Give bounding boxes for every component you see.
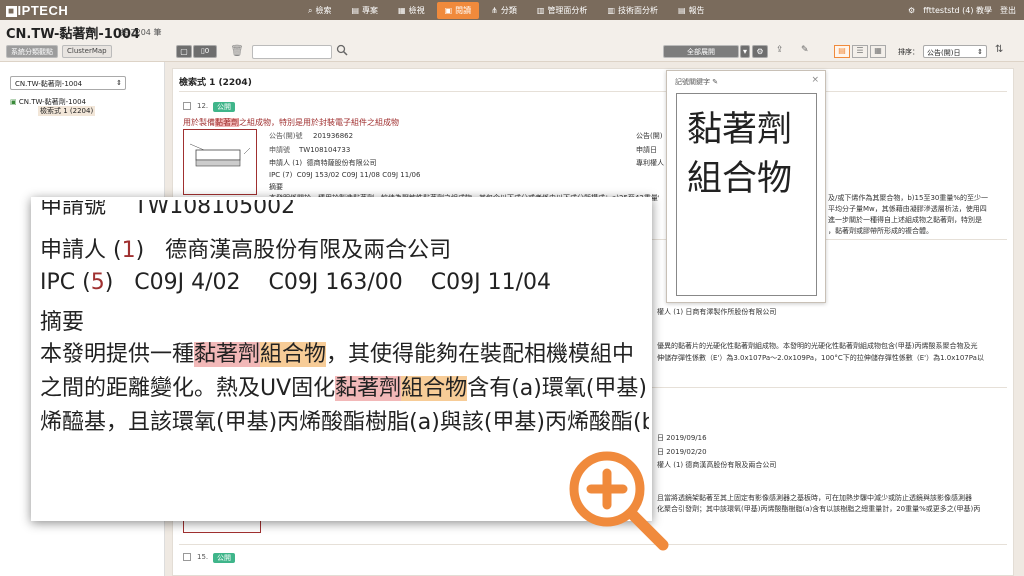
divider — [179, 91, 1007, 92]
keyword-popup: 記號關鍵字 ✎ × 黏著劑組合物 — [666, 70, 826, 303]
eraser-icon[interactable]: ✎ — [712, 78, 718, 86]
search-icon: ⌕ — [308, 5, 313, 15]
zoom-application-number: 申請號 TW108105002 — [40, 197, 296, 219]
trash-icon[interactable]: 🗑︎ — [230, 44, 244, 57]
item-checkbox[interactable] — [183, 553, 191, 561]
patent-thumbnail[interactable] — [183, 521, 261, 533]
nav-item-view[interactable]: ▦ 檢視 — [390, 2, 433, 19]
search-icon[interactable] — [336, 44, 348, 56]
settings-gear-icon[interactable]: ⚙ — [752, 45, 768, 58]
chart-icon: ▥ — [536, 5, 545, 15]
close-icon[interactable]: × — [811, 75, 819, 85]
zoom-abstract-label: 摘要 — [40, 310, 85, 335]
user-name[interactable]: fftteststd (4) 教學 — [923, 5, 992, 16]
select-all-checkbox[interactable]: ▢ — [176, 45, 192, 58]
project-dropdown[interactable]: CN.TW-黏著劑-1004 ⇕ — [10, 76, 126, 90]
pencil-icon[interactable]: ✎ — [801, 45, 809, 55]
tree-child-query[interactable]: 檢索式 1 (2204) — [38, 106, 96, 116]
keyword-text-box[interactable]: 黏著劑組合物 — [676, 93, 817, 296]
gear-icon[interactable]: ⚙ — [908, 6, 915, 15]
selected-count[interactable]: ▯0 — [193, 45, 217, 58]
app-logo: ■ IPTECH — [6, 2, 69, 18]
nav-item-report[interactable]: ▤ 報告 — [670, 2, 713, 19]
sort-label: 排序： — [898, 48, 919, 56]
status-badge: 公開 — [213, 553, 235, 563]
nav-item-search[interactable]: ⌕ 檢索 — [300, 2, 339, 19]
layout-grid-icon[interactable]: ▦ — [870, 45, 886, 58]
patent-thumbnail[interactable] — [183, 129, 257, 195]
chart-icon: ▥ — [607, 5, 615, 15]
nav-item-classify[interactable]: ⋔ 分類 — [483, 2, 525, 19]
nav-item-technical-analysis[interactable]: ▥ 技術面分析 — [599, 2, 666, 19]
zoom-abstract-line: 烯醯基，且該環氧(甲基)丙烯酸酯樹脂(a)與該(甲基)丙烯酸酯(b — [40, 410, 652, 435]
keyword-text: 黏著劑組合物 — [687, 110, 793, 199]
layout-detail-icon[interactable]: ▤ — [834, 45, 850, 58]
chevron-updown-icon: ⇕ — [116, 79, 122, 87]
tree-icon: ⋔ — [491, 5, 498, 15]
main-nav: ⌕ 檢索 ▤ 專案 ▦ 檢視 ▣ 閱讀 ⋔ 分類 ▥ 管理面分析 ▥ 技術面分析 ▤ 報告 — [300, 0, 713, 20]
sort-direction-icon[interactable]: ⇅ — [995, 44, 1003, 55]
item-number: 15. — [197, 553, 209, 561]
search-input[interactable] — [252, 45, 332, 59]
folder-icon: ▤ — [351, 5, 360, 15]
nav-item-read[interactable]: ▣ 閱讀 — [436, 1, 480, 19]
zoom-applicant: 申請人 (1) 德商漢高股份有限及兩合公司 — [40, 238, 452, 263]
nav-item-management-analysis[interactable]: ▥ 管理面分析 — [529, 2, 596, 19]
clustermap-button[interactable]: ClusterMap — [62, 45, 112, 58]
export-icon[interactable]: ⇪ — [776, 45, 784, 55]
expand-all-button[interactable]: 全部展開 — [663, 45, 739, 58]
zoom-abstract-line: 之間的距離變化。熱及UV固化黏著劑組合物含有(a)環氧(甲基) — [40, 376, 648, 401]
item-number: 12. — [197, 102, 209, 110]
zoom-abstract-line: 本發明提供一種黏著劑組合物，其使得能夠在裝配相機模組中 — [40, 342, 635, 367]
system-classification-view-button[interactable]: 系統分類觀點 — [6, 45, 58, 58]
result-count: 共 2204 筆 — [120, 28, 162, 37]
zoom-in-magnifier-icon — [569, 451, 669, 551]
sort-select[interactable]: 公告(開)日 ⇕ — [923, 45, 987, 58]
top-nav-bar: ■ IPTECH ⌕ 檢索 ▤ 專案 ▦ 檢視 ▣ 閱讀 ⋔ 分類 ▥ 管理面分析 ▥ 技術面分… — [0, 0, 1024, 20]
nav-item-project[interactable]: ▤ 專案 — [343, 2, 386, 19]
layout-list-icon[interactable]: ☰ — [852, 45, 868, 58]
tree-node-icon: ▣ — [10, 98, 17, 106]
chevron-updown-icon: ⇕ — [977, 48, 983, 56]
keyword-popup-header: 記號關鍵字 ✎ — [675, 78, 719, 86]
page-header: CN.TW-黏著劑-1004 共 2204 筆 — [0, 20, 1024, 42]
status-badge: 公開 — [213, 102, 235, 112]
section-title: 檢索式 1 (2204) — [179, 78, 252, 88]
drawing-figure — [189, 143, 251, 167]
user-area: ⚙ fftteststd (4) 教學 登出 — [908, 0, 1016, 20]
zoom-ipc: IPC (5) C09J 4/02 C09J 163/00 C09J 11/04 — [40, 270, 551, 295]
item-checkbox[interactable] — [183, 102, 191, 110]
read-icon: ▣ — [444, 5, 453, 15]
report-icon: ▤ — [678, 5, 686, 15]
toolbar: 系統分類觀點 ClusterMap ▢ ▯0 🗑︎ 全部展開 ▾ ⚙ ⇪ ✎ ▤… — [0, 42, 1024, 62]
zoom-overlay: 申請號 TW108105002 申請人 (1) 德商漢高股份有限及兩合公司 IP… — [31, 197, 652, 521]
view-icon: ▦ — [398, 5, 406, 15]
patent-title-link[interactable]: 用於製備黏著劑之組成物，特別是用於封裝電子組件之組成物 — [183, 117, 399, 128]
chevron-down-icon[interactable]: ▾ — [740, 45, 750, 58]
logout-link[interactable]: 登出 — [1000, 5, 1016, 16]
